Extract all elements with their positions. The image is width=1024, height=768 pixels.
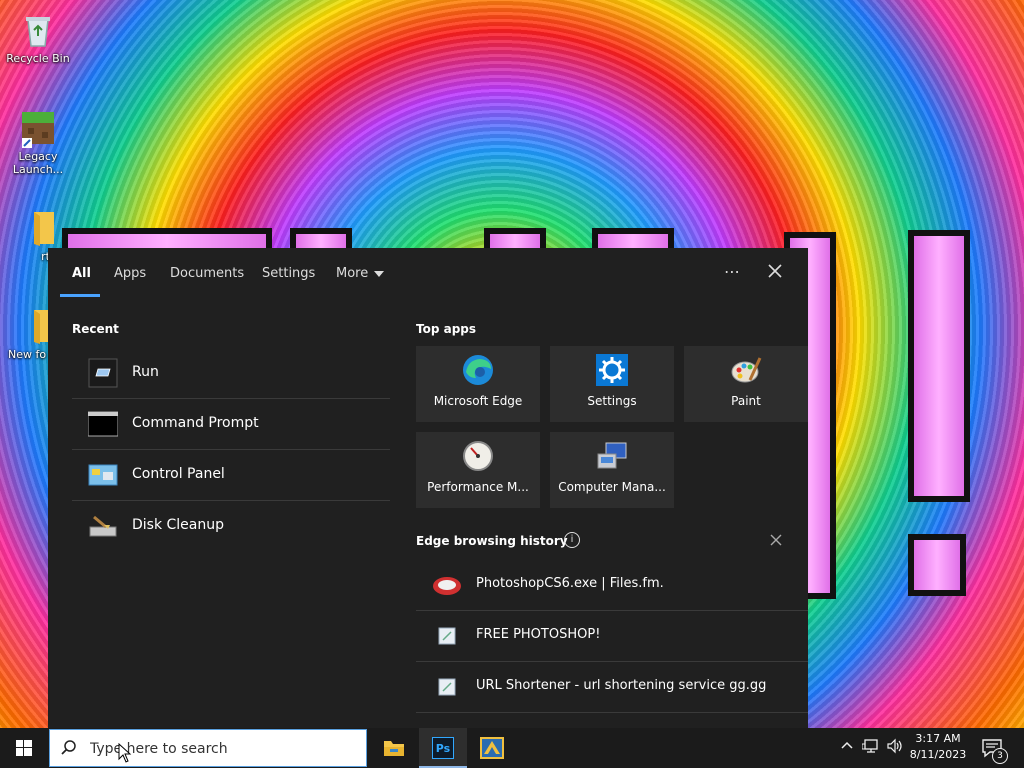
mouse-pointer-icon: [118, 743, 132, 763]
top-app-paint[interactable]: Paint: [684, 346, 808, 422]
photoshop-icon-label: Ps: [435, 742, 451, 755]
wallpaper-shape: [908, 230, 970, 502]
volume-icon[interactable]: [886, 738, 904, 758]
info-icon[interactable]: i: [564, 532, 580, 548]
recycle-bin-icon: [18, 10, 58, 50]
control-panel-icon: [88, 460, 118, 490]
top-app-settings[interactable]: Settings: [550, 346, 674, 422]
recent-item-label: Run: [132, 364, 159, 380]
disk-cleanup-icon: [88, 511, 118, 541]
taskbar: Ps 3:17 AM 8/11/2023 3: [0, 728, 1024, 768]
minecraft-block-icon: [18, 108, 58, 148]
folder-icon: [18, 208, 58, 248]
gear-icon: [596, 354, 628, 386]
paint-palette-icon: [730, 354, 762, 386]
page-favicon-icon: [432, 674, 462, 700]
windows-logo-icon: [16, 740, 32, 756]
photoshop-icon: Ps: [432, 737, 454, 759]
top-app-label: Microsoft Edge: [433, 394, 523, 408]
command-prompt-icon: [87, 409, 119, 439]
clock-date: 8/11/2023: [909, 748, 967, 761]
close-icon[interactable]: [764, 260, 786, 282]
search-panel: All Apps Documents Settings More ⋯ Recen…: [48, 248, 808, 728]
close-icon[interactable]: [768, 532, 784, 548]
top-app-label: Computer Mana...: [558, 480, 666, 494]
top-apps-title: Top apps: [416, 322, 477, 336]
desktop-icon-label: Legacy Launch...: [12, 150, 64, 176]
computer-management-icon: [596, 440, 628, 472]
recent-item-label: Control Panel: [132, 466, 225, 482]
active-tab-indicator: [60, 294, 100, 297]
desktop-icon-legacy-launcher[interactable]: Legacy Launch...: [6, 108, 70, 176]
taskbar-photoshop[interactable]: Ps: [419, 728, 467, 768]
app-icon: [480, 737, 504, 759]
history-item-url-shortener[interactable]: URL Shortener - url shortening service g…: [416, 662, 808, 713]
wallpaper-shape: [908, 534, 966, 596]
more-options-icon[interactable]: ⋯: [724, 262, 741, 281]
history-item-free-photoshop[interactable]: FREE PHOTOSHOP!: [416, 611, 808, 662]
top-app-label: Paint: [731, 394, 761, 408]
chevron-down-icon: [374, 270, 385, 277]
search-tabs: All Apps Documents Settings More ⋯: [48, 248, 808, 298]
edge-icon: [462, 354, 494, 386]
tab-apps[interactable]: Apps: [114, 266, 146, 281]
network-icon[interactable]: [861, 738, 880, 758]
action-center-button[interactable]: 3: [980, 736, 1008, 764]
tab-documents[interactable]: Documents: [170, 266, 244, 281]
tab-settings[interactable]: Settings: [262, 266, 315, 281]
recent-title: Recent: [72, 322, 119, 336]
search-icon: [61, 740, 76, 755]
desktop-icon-label: Recycle Bin: [6, 52, 70, 65]
top-app-performance-monitor[interactable]: Performance M...: [416, 432, 540, 508]
file-explorer-icon: [384, 741, 404, 756]
taskbar-clock[interactable]: 3:17 AM 8/11/2023: [906, 731, 970, 763]
cloud-favicon-icon: [432, 572, 462, 598]
desktop-icon-recycle-bin[interactable]: Recycle Bin: [6, 10, 70, 65]
notification-count-badge: 3: [992, 748, 1008, 764]
show-hidden-icons-icon[interactable]: [840, 738, 854, 756]
history-item-photoshopcs6[interactable]: PhotoshopCS6.exe | Files.fm.: [416, 560, 808, 611]
performance-gauge-icon: [462, 440, 494, 472]
taskbar-search-box[interactable]: [49, 729, 367, 767]
recent-item-command-prompt[interactable]: Command Prompt: [72, 399, 390, 450]
edge-history-title: Edge browsing history: [416, 534, 568, 548]
top-app-computer-management[interactable]: Computer Mana...: [550, 432, 674, 508]
history-item-label: PhotoshopCS6.exe | Files.fm.: [476, 576, 664, 591]
tab-all[interactable]: All: [72, 266, 91, 281]
taskbar-app-third[interactable]: [468, 728, 516, 768]
page-favicon-icon: [432, 623, 462, 649]
recent-item-disk-cleanup[interactable]: Disk Cleanup: [72, 501, 390, 551]
top-app-microsoft-edge[interactable]: Microsoft Edge: [416, 346, 540, 422]
recent-item-run[interactable]: Run: [72, 348, 390, 399]
run-icon: [88, 358, 118, 388]
history-item-label: URL Shortener - url shortening service g…: [476, 678, 767, 693]
tab-more-label: More: [336, 266, 369, 281]
top-app-label: Settings: [587, 394, 637, 408]
recent-item-label: Disk Cleanup: [132, 517, 225, 533]
clock-time: 3:17 AM: [915, 732, 961, 745]
history-item-label: FREE PHOTOSHOP!: [476, 627, 601, 642]
start-button[interactable]: [0, 728, 48, 768]
taskbar-file-explorer[interactable]: [370, 728, 418, 768]
top-app-label: Performance M...: [427, 480, 529, 494]
recent-item-label: Command Prompt: [132, 415, 259, 431]
recent-item-control-panel[interactable]: Control Panel: [72, 450, 390, 501]
tab-more[interactable]: More: [336, 266, 385, 281]
